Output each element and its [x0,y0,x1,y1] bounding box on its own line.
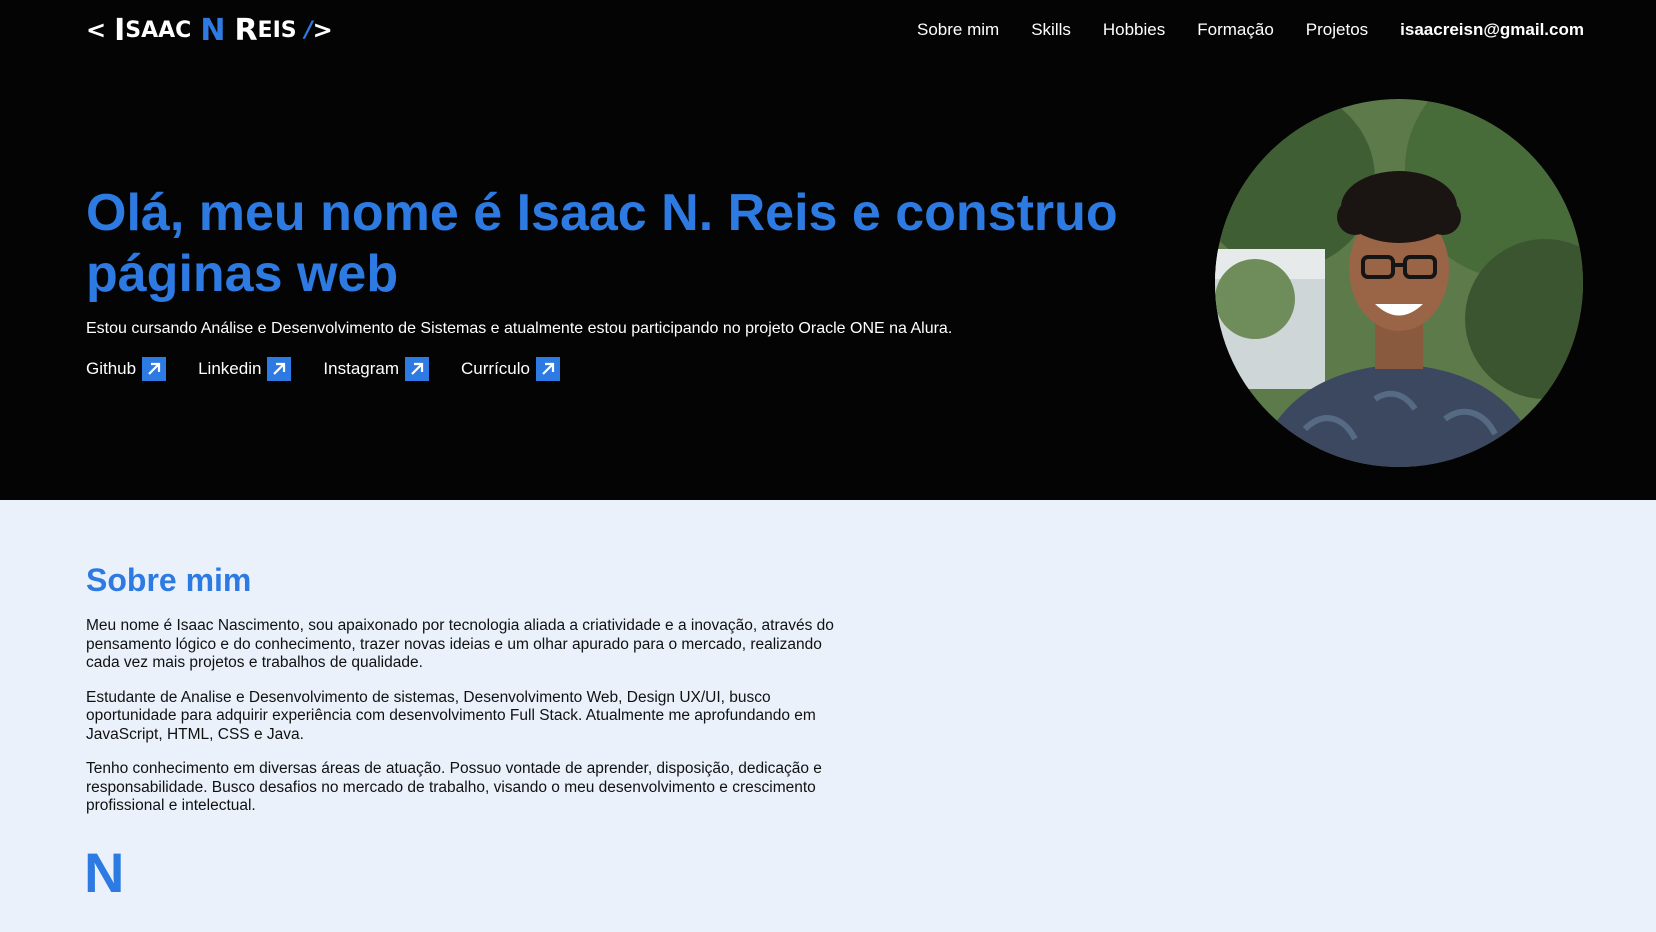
nav-email-link[interactable]: isaacreisn@gmail.com [1400,20,1584,40]
nav-link-sobre-mim[interactable]: Sobre mim [917,20,999,40]
hero-subtitle: Estou cursando Análise e Desenvolvimento… [86,320,953,337]
curriculo-link-label: Currículo [461,359,530,378]
hero-section: < I SAAC N R EIS / > Sobre mim Skills Ho… [0,0,1656,500]
external-link-icon [535,357,560,381]
about-paragraph: Estudante de Analise e Desenvolvimento d… [86,688,816,743]
external-link-icon [142,357,167,381]
curriculo-link[interactable]: Currículo [461,357,560,381]
about-paragraph: Tenho conhecimento em diversas áreas de … [86,760,822,814]
about-text: Meu nome é Isaac Nascimento, sou apaixon… [86,617,846,832]
about-paragraph: Meu nome é Isaac Nascimento, sou apaixon… [86,617,834,671]
nav-link-hobbies[interactable]: Hobbies [1103,20,1165,40]
logo-first-initial: I [114,12,126,48]
logo-open-bracket: < [86,16,107,44]
logo-middle-initial: N [200,12,226,48]
about-title: Sobre mim [86,562,252,598]
github-link-label: Github [86,359,137,378]
external-link-icon [267,357,292,381]
instagram-link[interactable]: Instagram [323,357,430,381]
social-links: Github Linkedin Instagram Currículo [86,357,592,381]
instagram-link-label: Instagram [323,359,400,378]
logo-close-bracket: > [312,16,333,44]
about-section: Sobre mim Meu nome é Isaac Nascimento, s… [0,500,1656,932]
logo-last-initial: R [234,12,258,48]
profile-photo [1215,99,1583,467]
external-link-icon [405,357,430,381]
nav-link-skills[interactable]: Skills [1031,20,1071,40]
main-nav: Sobre mim Skills Hobbies Formação Projet… [885,20,1584,40]
linkedin-link-label: Linkedin [198,359,262,378]
n-logo-mark: N [84,841,125,904]
site-logo[interactable]: < I SAAC N R EIS / > [86,10,333,50]
logo-last-rest: EIS [257,17,297,43]
nav-link-formacao[interactable]: Formação [1197,20,1274,40]
logo-first-rest: SAAC [125,17,192,43]
logo-slash: / [304,17,313,43]
github-link[interactable]: Github [86,357,167,381]
hero-title: Olá, meu nome é Isaac N. Reis e construo… [86,184,1118,303]
linkedin-link[interactable]: Linkedin [198,357,292,381]
nav-link-projetos[interactable]: Projetos [1306,20,1368,40]
